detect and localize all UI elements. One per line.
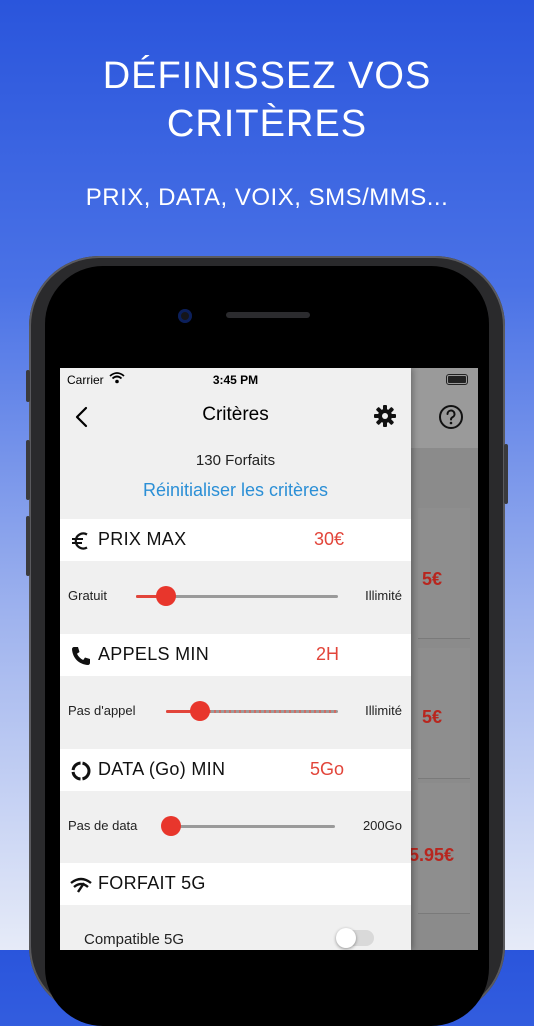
toggle-label: Compatible 5G <box>84 931 185 948</box>
section-label: APPELS MIN <box>98 644 210 664</box>
page-title: Critères <box>202 404 269 425</box>
section-calls-min: APPELS MIN 2H <box>60 634 411 676</box>
section-5g: FORFAIT 5G <box>60 863 411 905</box>
slider-thumb[interactable] <box>161 816 181 836</box>
subline: PRIX, DATA, VOIX, SMS/MMS... <box>85 184 449 211</box>
help-icon[interactable] <box>438 404 464 430</box>
side-button-mute <box>26 370 30 402</box>
phone-icon <box>72 647 90 665</box>
slider-min-label: Pas de data <box>68 818 138 833</box>
section-value: 30€ <box>313 529 344 549</box>
side-button-power <box>504 444 508 504</box>
battery-icon <box>446 374 468 385</box>
headline: DÉFINISSEZ VOS CRITÈRES <box>102 55 432 145</box>
section-price-max: PRIX MAX 30€ <box>60 519 411 561</box>
section-value: 5Go <box>309 759 344 779</box>
slider-min-label: Pas d'appel <box>68 703 136 718</box>
section-label: FORFAIT 5G <box>98 873 206 893</box>
criteria-panel: Carrier 3:45 PM Critères 130 Forfaits Ré… <box>60 368 411 950</box>
slider-min-label: Gratuit <box>68 588 108 603</box>
toggle-knob <box>336 928 356 948</box>
plan-count: 130 Forfaits <box>195 452 276 469</box>
result-price: 5€ <box>422 569 443 589</box>
section-label: DATA (Go) MIN <box>98 759 226 779</box>
camera-icon <box>178 309 192 323</box>
gear-icon[interactable] <box>374 405 396 427</box>
result-price: 5€ <box>422 707 443 727</box>
slider-max-label: 200Go <box>362 818 402 833</box>
price-slider[interactable] <box>136 586 338 606</box>
data-ring-icon <box>71 761 91 781</box>
speaker-grille <box>226 312 310 318</box>
slider-thumb[interactable] <box>190 701 210 721</box>
5g-toggle[interactable] <box>336 928 374 948</box>
side-button-volume-down <box>26 516 30 576</box>
side-button-volume-up <box>26 440 30 500</box>
section-value: 2H <box>315 644 339 664</box>
slider-max-label: Illimité <box>365 588 402 603</box>
section-data-min: DATA (Go) MIN 5Go <box>60 749 411 791</box>
euro-icon <box>72 532 88 550</box>
status-time: 3:45 PM <box>212 373 259 387</box>
slider-max-label: Illimité <box>365 703 402 718</box>
slider-thumb[interactable] <box>156 586 176 606</box>
data-slider[interactable] <box>161 816 335 836</box>
reset-criteria-link[interactable]: Réinitialiser les critères <box>60 480 411 501</box>
5g-signal-icon <box>70 877 92 893</box>
calls-slider[interactable] <box>166 701 338 721</box>
section-label: PRIX MAX <box>98 529 187 549</box>
result-price: 5.95€ <box>409 845 455 865</box>
